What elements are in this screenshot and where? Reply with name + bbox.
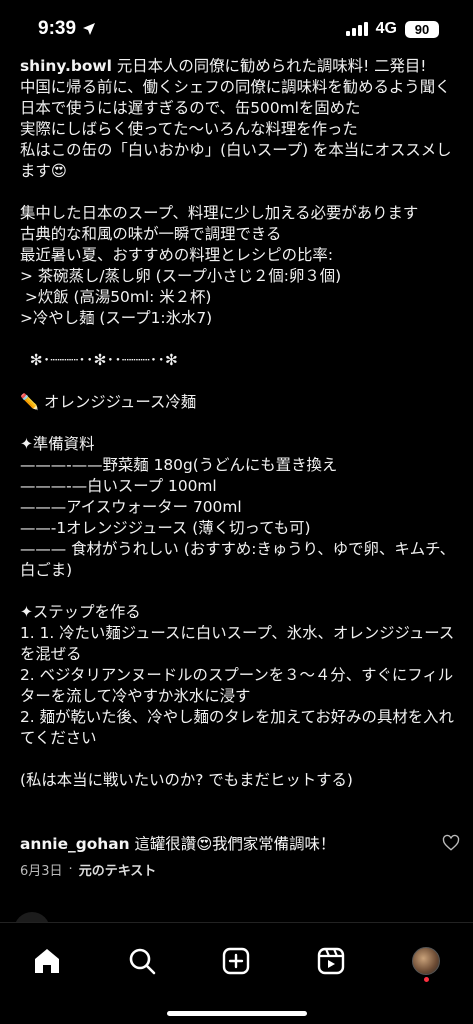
nav-reels[interactable]	[307, 937, 355, 985]
notification-dot	[423, 977, 429, 982]
create-icon	[223, 947, 250, 975]
caption-line: 最近暑い夏、おすすめの料理とレシピの比率:	[20, 246, 333, 264]
reels-icon	[317, 947, 345, 975]
caption-line: 2. 麺が乾いた後、冷やし麺のタレを加えてお好みの具材を入れてください	[20, 708, 454, 747]
caption-line: (私は本当に戦いたいのか? でもまだヒットする)	[20, 771, 353, 789]
nav-search[interactable]	[118, 937, 166, 985]
caption-line: ———-—白いスープ 100ml	[20, 477, 217, 495]
network-type: 4G	[375, 20, 397, 37]
meta-separator: ·	[68, 862, 73, 877]
caption-line: ——-1オレンジジュース (薄く切っても可)	[20, 519, 311, 537]
caption-line: > 茶碗蒸し/蒸し卵 (スープ小さじ２個:卵３個)	[20, 267, 342, 285]
status-bar: 9:39 4G 90	[0, 0, 473, 58]
caption-line: 1. 1. 冷たい麺ジュースに白いスープ、氷水、オレンジジュースを混ぜる	[20, 624, 455, 663]
heart-icon[interactable]	[442, 834, 460, 852]
profile-avatar	[411, 947, 440, 975]
caption-text: 元日本人の同僚に勧められた調味料! 二発目!	[116, 57, 427, 75]
caption-line: 2. ベジタリアンヌードルのスプーンを３～４分、すぐにフィルターを流して冷やすか…	[20, 666, 454, 705]
caption-line: 実際にしばらく使ってた〜いろんな料理を作った	[20, 120, 358, 138]
home-indicator	[166, 1011, 307, 1016]
caption-username[interactable]: shiny.bowl	[20, 57, 112, 75]
caption-line: 古典的な和風の味が一瞬で調理できる	[20, 225, 282, 243]
post-meta: 6月3日 · 元のテキスト	[20, 860, 156, 879]
comment: annie_gohan 這罐很讚😍我們家常備調味！	[20, 832, 460, 854]
bottom-navigation	[0, 922, 473, 1024]
caption-line: ——— 食材がうれしい (おすすめ:きゅうり、ゆで卵、キムチ、白ごま)	[20, 540, 455, 579]
caption-body: 中国に帰る前に、働くシェフの同僚に調味料を勧めるよう聞く 日本で使うには遅すぎるの…	[20, 77, 460, 791]
caption-line: ———-——野菜麺 180g(うどんにも置き換え	[20, 456, 338, 474]
caption-line: 集中した日本のスープ、料理に少し加える必要があります	[20, 204, 419, 222]
signal-icon	[345, 22, 368, 36]
home-icon	[35, 949, 60, 973]
comment-text: 這罐很讚😍我們家常備調味！	[134, 835, 336, 853]
battery-indicator: 90	[405, 20, 439, 38]
caption-line: 中国に帰る前に、働くシェフの同僚に調味料を勧めるよう聞く	[20, 78, 451, 96]
caption-line: ✏️ オレンジジュース冷麺	[20, 393, 197, 411]
caption-line: ✦ステップを作る	[20, 603, 141, 621]
nav-create[interactable]	[212, 937, 260, 985]
location-arrow-icon	[83, 23, 96, 35]
comment-username[interactable]: annie_gohan	[20, 835, 130, 853]
caption-line: 日本で使うには遅すぎるので、缶500mlを固めた	[20, 99, 361, 117]
search-icon	[129, 948, 156, 975]
post-date: 6月3日	[20, 864, 63, 879]
caption-first-line: shiny.bowl 元日本人の同僚に勧められた調味料! 二発目!	[20, 56, 460, 77]
post-caption: shiny.bowl 元日本人の同僚に勧められた調味料! 二発目! 中国に帰る前…	[20, 56, 460, 791]
clock: 9:39	[38, 18, 96, 40]
caption-line: ———アイスウォーター 700ml	[20, 498, 242, 516]
caption-line: 私はこの缶の「白いおかゆ」(白いスープ) を本当にオススメします😍	[20, 141, 452, 180]
nav-home[interactable]	[23, 937, 71, 985]
caption-line: ✻･┈┈┈･･✻･･┈┈┈･･✻	[20, 351, 178, 369]
caption-line: >冷やし麺 (スープ1:氷水7)	[20, 309, 213, 327]
caption-line: >炊飯 (高湯50ml: 米２杯)	[20, 288, 212, 306]
comment-content: annie_gohan 這罐很讚😍我們家常備調味！	[20, 832, 335, 854]
clock-time: 9:39	[38, 18, 77, 39]
caption-line: ✦準備資料	[20, 435, 95, 453]
see-original-link[interactable]: 元のテキスト	[79, 860, 157, 879]
nav-profile[interactable]	[402, 937, 450, 985]
